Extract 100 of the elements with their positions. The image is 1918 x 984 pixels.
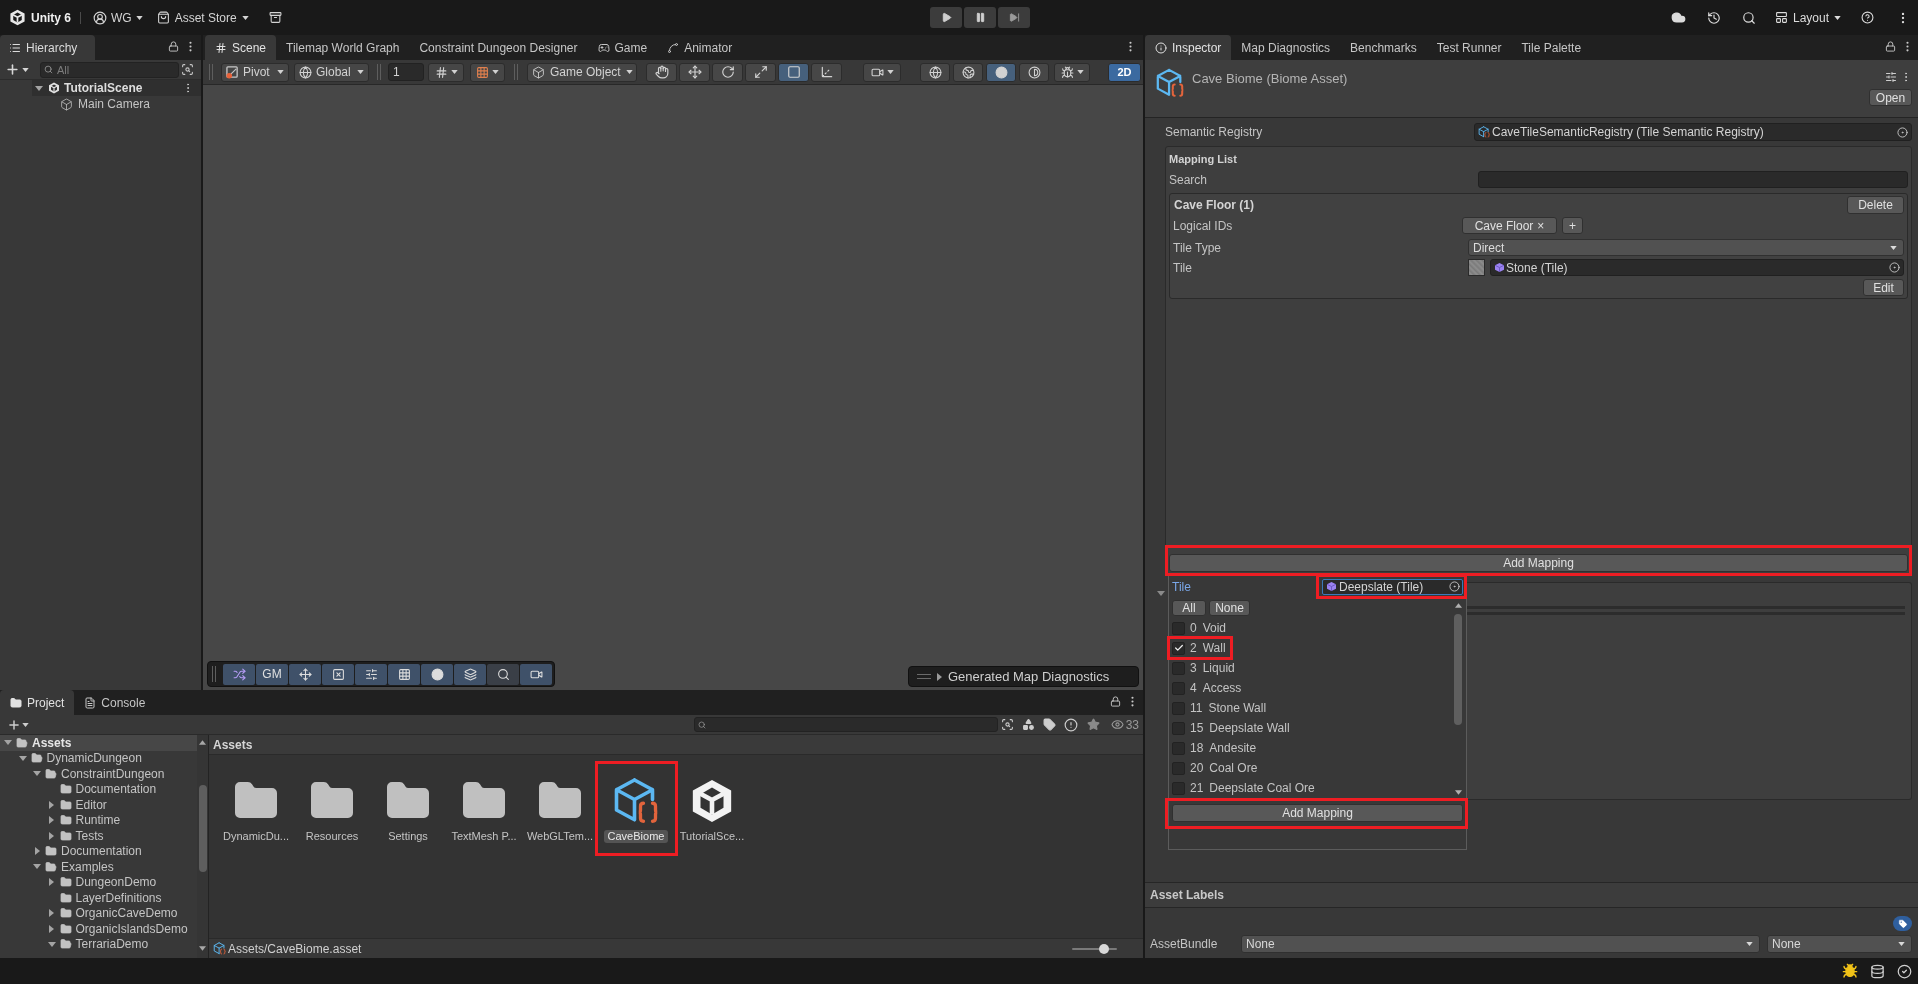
triangle-down-icon[interactable] [33,864,41,870]
filter-log-button[interactable] [1063,717,1078,732]
triangle-right-icon[interactable] [49,909,54,918]
mode-2d-button[interactable]: 2D [1108,62,1141,82]
select-none-button[interactable]: None [1209,600,1250,616]
tab[interactable]: Scene [205,35,277,60]
select-all-button[interactable]: All [1172,600,1206,616]
tab[interactable]: Tile Palette [1511,35,1592,60]
overlay-tool-button[interactable] [223,663,255,685]
overlay-tool-button[interactable] [520,663,552,685]
tab[interactable]: Project [0,690,75,715]
overlay-tool-button[interactable] [454,663,486,685]
delete-button[interactable]: Delete [1847,196,1904,214]
tool-button[interactable] [745,62,776,82]
asset-store-dropdown[interactable]: Asset Store [156,11,249,24]
option-label[interactable]: Deepslate Coal Ore [1209,782,1315,794]
cache-button[interactable] [1870,963,1885,979]
add-id-button[interactable]: + [1562,217,1583,234]
history-button[interactable] [1706,10,1721,25]
hierarchy-tab[interactable]: Hierarchy [0,35,95,60]
breadcrumb[interactable]: Assets [213,738,253,751]
option-label[interactable]: Stone Wall [1208,702,1267,714]
object-field[interactable]: CaveTileSemanticRegistry (Tile Semantic Registry) [1474,123,1912,141]
scrollbar-thumb[interactable] [1454,614,1462,725]
tab[interactable]: Constraint Dungeon Designer [409,35,588,60]
help-button[interactable] [1861,11,1874,24]
tile-type-dropdown[interactable]: Direct [1468,239,1904,256]
tool-button[interactable] [679,62,710,82]
archive-button[interactable] [268,11,282,24]
pivot-dropdown[interactable]: Pivot [221,62,289,82]
tab[interactable]: Animator [657,35,743,60]
sliders-icon[interactable] [1885,71,1897,83]
scrollbar[interactable] [1453,600,1463,798]
lock-icon[interactable] [1110,696,1121,707]
tab[interactable]: Benchmarks [1340,35,1427,60]
tab[interactable]: Test Runner [1426,35,1512,60]
play-button[interactable] [930,7,962,28]
gizmos-dropdown[interactable] [1054,62,1090,82]
snap-dropdown[interactable] [470,62,505,82]
triangle-right-icon[interactable] [34,847,40,856]
checkbox[interactable] [1172,621,1185,635]
scene-search-button[interactable] [181,63,194,76]
folder-label[interactable]: Editor [75,798,107,811]
create-dropdown[interactable] [5,62,29,77]
asset-bundle-dropdown[interactable]: None [1241,935,1760,953]
checkbox[interactable] [1172,641,1185,655]
layout-dropdown[interactable]: Layout [1774,11,1841,24]
option-label[interactable]: Deepslate Wall [1209,722,1290,734]
folder-label[interactable]: TerrariaDemo [75,938,149,951]
hidden-packages-button[interactable]: 33 [1110,718,1139,731]
triangle-down-icon[interactable] [4,740,12,746]
pause-button[interactable] [964,7,996,28]
triangle-right-icon[interactable] [49,816,54,825]
folder-label[interactable]: Runtime [75,814,121,827]
folder-label[interactable]: LayerDefinitions [75,891,162,904]
diagnostics-overlay[interactable]: Generated Map Diagnostics [908,666,1139,687]
asset-label[interactable]: DynamicDu... [219,830,293,843]
asset-label[interactable]: Settings [384,830,432,843]
open-button[interactable]: Open [1869,89,1912,106]
object-mode-dropdown[interactable]: Game Object [527,62,637,82]
folder-label[interactable]: ConstraintDungeon [61,767,165,780]
lock-icon[interactable] [168,41,179,52]
search-button[interactable] [1741,10,1756,25]
triangle-right-icon[interactable] [49,924,54,933]
tab[interactable]: Map Diagnostics [1231,35,1341,60]
arrow-down-icon[interactable] [199,946,206,951]
overlay-tool-button[interactable] [322,663,354,685]
folder-label[interactable]: Documentation [75,783,157,796]
tab[interactable]: Console [74,690,156,715]
shading-button[interactable] [986,62,1016,82]
folder-label[interactable]: Assets [32,736,72,749]
remove-button[interactable]: × [1537,219,1545,232]
triangle-down-icon[interactable] [35,85,43,91]
overlay-tool-button[interactable] [355,663,387,685]
drag-handle-icon[interactable] [212,666,216,682]
triangle-down-icon[interactable] [18,755,27,761]
step-button[interactable] [998,7,1030,28]
tab[interactable]: Tilemap World Graph [276,35,410,60]
folder-label[interactable]: OrganicIslandsDemo [75,922,188,935]
folder-label[interactable]: DynamicDungeon [46,752,142,765]
search-window-button[interactable] [1000,718,1014,731]
drag-handle-icon[interactable] [917,674,931,679]
triangle-down-icon[interactable] [1157,591,1165,596]
bundle-variant-dropdown[interactable]: None [1767,935,1912,953]
tab[interactable]: Inspector [1145,35,1232,60]
folder-label[interactable]: Examples [61,860,114,873]
grid-size-field[interactable]: 1 [388,63,424,81]
tool-button[interactable] [811,62,842,82]
asset-label[interactable]: TutorialSce... [675,830,749,843]
asset-label[interactable]: TextMesh P... [447,830,521,843]
space-dropdown[interactable]: Global [294,62,369,82]
folder-label[interactable]: Tests [75,829,104,842]
drag-handle-icon[interactable] [209,64,213,80]
overlay-tool-button[interactable] [289,663,321,685]
overlay-tool-button[interactable]: GM [256,663,288,685]
shading-button[interactable] [953,62,983,82]
option-label[interactable]: Void [1202,622,1227,634]
shading-button[interactable] [1019,62,1049,82]
arrow-up-icon[interactable] [1454,603,1462,608]
folder-label[interactable]: DungeonDemo [75,876,157,889]
